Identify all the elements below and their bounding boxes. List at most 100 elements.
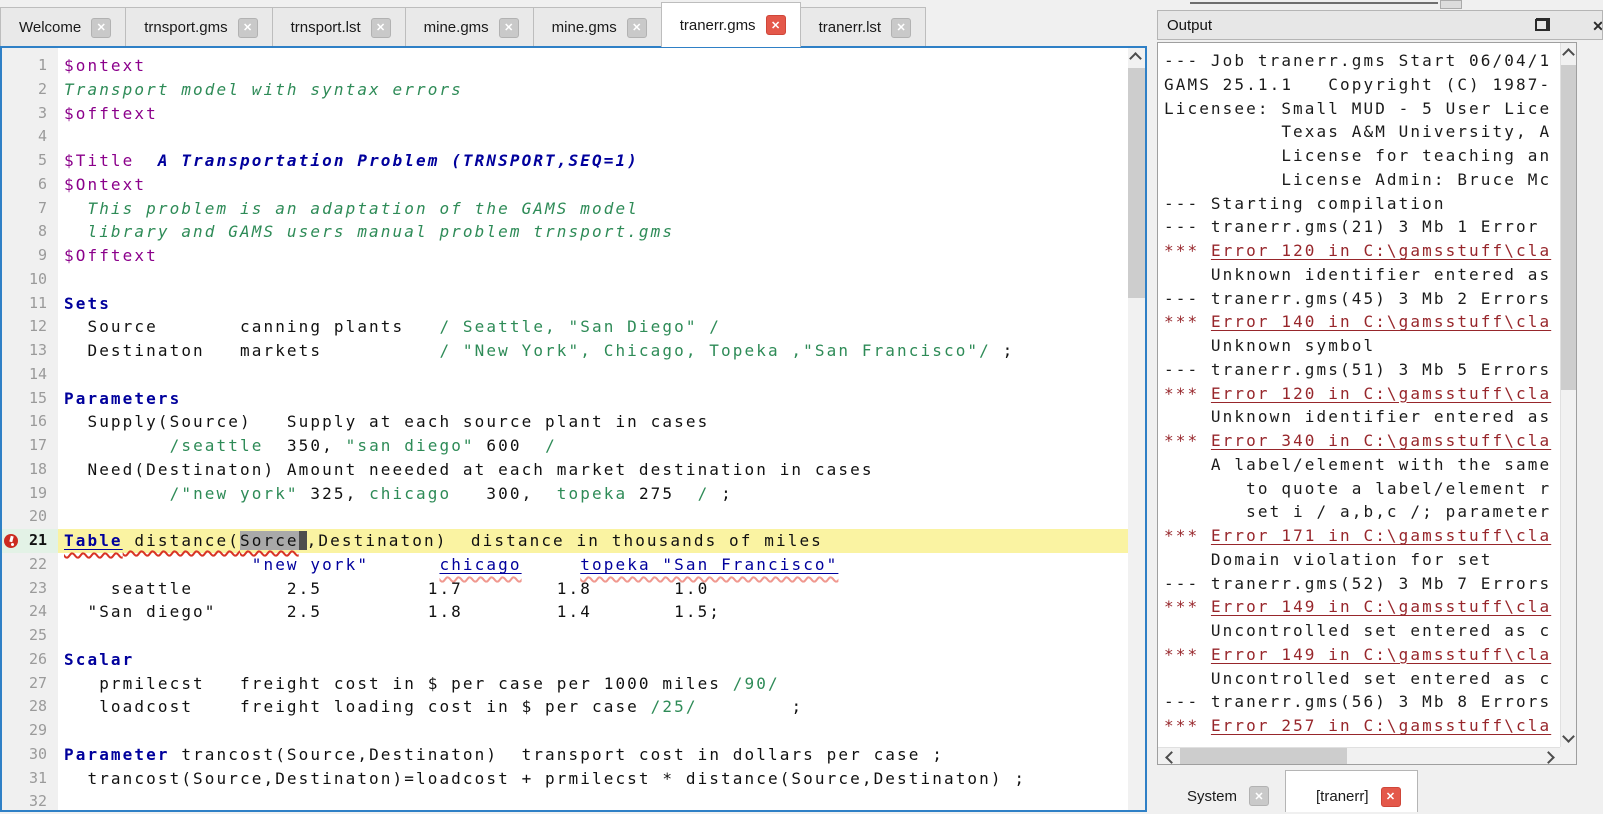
code-segment: /25/: [651, 697, 698, 716]
code-line[interactable]: [58, 624, 1128, 648]
log-segment: --- tranerr.gms(52) 3 Mb 7 Errors: [1164, 574, 1551, 593]
code-segment: ;: [698, 697, 804, 716]
code-line[interactable]: $Title A Transportation Problem (TRNSPOR…: [58, 149, 1128, 173]
code-line[interactable]: seattle 2.5 1.7 1.8 1.0: [58, 577, 1128, 601]
error-squiggle: chicago: [439, 555, 521, 574]
log-view[interactable]: --- Job tranerr.gms Start 06/04/1GAMS 25…: [1157, 42, 1577, 765]
error-link[interactable]: Error 257 in C:\gamsstuff\cla: [1211, 716, 1551, 735]
tab-bar: Welcome✕trnsport.gms✕trnsport.lst✕mine.g…: [0, 0, 1147, 47]
code-line[interactable]: loadcost freight loading cost in $ per c…: [58, 695, 1128, 719]
code-line[interactable]: "San diego" 2.5 1.8 1.4 1.5;: [58, 600, 1128, 624]
log-horizontal-scrollbar[interactable]: [1158, 747, 1560, 764]
code-line[interactable]: [58, 790, 1128, 810]
code-line[interactable]: $Ontext: [58, 173, 1128, 197]
code-line[interactable]: trancost(Source,Destinaton)=loadcost + p…: [58, 767, 1128, 791]
tab-close-icon[interactable]: ✕: [627, 18, 647, 38]
code-line[interactable]: /seattle 350, "san diego" 600 /: [58, 434, 1128, 458]
code-segment: [64, 555, 252, 574]
error-link[interactable]: Error 120 in C:\gamsstuff\cla: [1211, 241, 1551, 260]
tab-close-icon[interactable]: ✕: [238, 18, 258, 38]
code-line[interactable]: [58, 268, 1128, 292]
code-line[interactable]: Parameters: [58, 387, 1128, 411]
tab-close-icon[interactable]: ✕: [1381, 787, 1401, 807]
tab-close-icon[interactable]: ✕: [371, 18, 391, 38]
log-line: *** Error 149 in C:\gamsstuff\cla: [1164, 643, 1560, 667]
dock-handle[interactable]: [1152, 0, 1603, 9]
code-line[interactable]: This problem is an adaptation of the GAM…: [58, 197, 1128, 221]
output-title-bar[interactable]: Output ✕: [1157, 10, 1603, 40]
code-segment: loadcost freight loading cost in $ per c…: [64, 697, 651, 716]
tab-system[interactable]: System✕: [1157, 770, 1285, 812]
editor-vertical-scrollbar[interactable]: [1128, 48, 1145, 810]
code-line[interactable]: [58, 363, 1128, 387]
error-squiggle: topeka "San Francisco": [580, 555, 838, 574]
log-line: *** Error 140 in C:\gamsstuff\cla: [1164, 310, 1560, 334]
scrollbar-thumb[interactable]: [1561, 65, 1576, 390]
code-line[interactable]: Scalar: [58, 648, 1128, 672]
line-number: 24: [2, 600, 58, 624]
code-line[interactable]: Need(Destinaton) Amount neeeded at each …: [58, 458, 1128, 482]
tab-trnsport-lst[interactable]: trnsport.lst✕: [272, 7, 406, 47]
log-vertical-scrollbar[interactable]: [1560, 43, 1576, 747]
code-segment: seattle 2.5 1.7 1.8 1.0: [64, 579, 709, 598]
code-segment: Scalar: [64, 650, 134, 669]
error-link[interactable]: Error 149 in C:\gamsstuff\cla: [1211, 597, 1551, 616]
tab-close-icon[interactable]: ✕: [91, 18, 111, 38]
error-link[interactable]: Error 340 in C:\gamsstuff\cla: [1211, 431, 1551, 450]
scrollbar-thumb[interactable]: [1128, 68, 1145, 298]
code-line[interactable]: $offtext: [58, 102, 1128, 126]
code-segment: 300,: [486, 484, 533, 503]
code-line[interactable]: "new york" chicago topeka "San Francisco…: [58, 553, 1128, 577]
error-link[interactable]: Error 140 in C:\gamsstuff\cla: [1211, 312, 1551, 331]
code-segment: chicago: [439, 555, 521, 574]
scroll-right-icon[interactable]: [1544, 752, 1554, 762]
tab-tranerr[interactable]: [tranerr]✕: [1285, 770, 1418, 812]
tab-close-icon[interactable]: ✕: [766, 15, 786, 35]
code-segment: 275: [639, 484, 674, 503]
code-line[interactable]: Parameter trancost(Source,Destinaton) tr…: [58, 743, 1128, 767]
line-number: 30: [2, 743, 58, 767]
code-line[interactable]: Source canning plants / Seattle, "San Di…: [58, 315, 1128, 339]
line-number: 17: [2, 434, 58, 458]
float-window-icon[interactable]: [1535, 18, 1550, 31]
tab-close-icon[interactable]: ✕: [891, 18, 911, 38]
tab-welcome[interactable]: Welcome✕: [0, 7, 126, 47]
line-number: 16: [2, 410, 58, 434]
log-segment: GAMS 25.1.1 Copyright (C) 1987-: [1164, 75, 1551, 94]
log-line: *** Error 171 in C:\gamsstuff\cla: [1164, 524, 1560, 548]
tab-mine-gms[interactable]: mine.gms✕: [533, 7, 662, 47]
code-line[interactable]: $ontext: [58, 54, 1128, 78]
code-line[interactable]: Supply(Source) Supply at each source pla…: [58, 410, 1128, 434]
scrollbar-thumb[interactable]: [1180, 748, 1347, 764]
code-line[interactable]: [58, 505, 1128, 529]
tab-tranerr-lst[interactable]: tranerr.lst✕: [800, 7, 927, 47]
tab-close-icon[interactable]: ✕: [499, 18, 519, 38]
code-editor[interactable]: 1234567891011121314151617181920212223242…: [0, 46, 1147, 812]
code-line[interactable]: $Offtext: [58, 244, 1128, 268]
error-link[interactable]: Error 171 in C:\gamsstuff\cla: [1211, 526, 1551, 545]
code-line[interactable]: [58, 719, 1128, 743]
code-area[interactable]: $ontextTransport model with syntax error…: [58, 48, 1128, 810]
code-line[interactable]: [58, 125, 1128, 149]
tab-mine-gms[interactable]: mine.gms✕: [405, 7, 534, 47]
scroll-up-icon[interactable]: [1131, 52, 1141, 62]
code-line[interactable]: Table distance(Sorce,Destinaton) distanc…: [58, 529, 1128, 553]
code-line[interactable]: prmilecst freight cost in $ per case per…: [58, 672, 1128, 696]
scroll-up-icon[interactable]: [1564, 48, 1574, 58]
scroll-left-icon[interactable]: [1164, 752, 1174, 762]
error-link[interactable]: Error 120 in C:\gamsstuff\cla: [1211, 384, 1551, 403]
log-segment: Domain violation for set: [1164, 550, 1493, 569]
scroll-down-icon[interactable]: [1564, 732, 1574, 742]
code-line[interactable]: library and GAMS users manual problem tr…: [58, 220, 1128, 244]
log-line: Domain violation for set: [1164, 548, 1560, 572]
tab-trnsport-gms[interactable]: trnsport.gms✕: [125, 7, 272, 47]
log-segment: ***: [1164, 597, 1211, 616]
code-line[interactable]: Transport model with syntax errors: [58, 78, 1128, 102]
tab-close-icon[interactable]: ✕: [1249, 786, 1269, 806]
code-line[interactable]: /"new york" 325, chicago 300, topeka 275…: [58, 482, 1128, 506]
code-line[interactable]: Sets: [58, 292, 1128, 316]
tab-tranerr-gms[interactable]: tranerr.gms✕: [661, 2, 801, 47]
close-icon[interactable]: ✕: [1588, 16, 1603, 36]
code-line[interactable]: Destinaton markets / "New York", Chicago…: [58, 339, 1128, 363]
error-link[interactable]: Error 149 in C:\gamsstuff\cla: [1211, 645, 1551, 664]
